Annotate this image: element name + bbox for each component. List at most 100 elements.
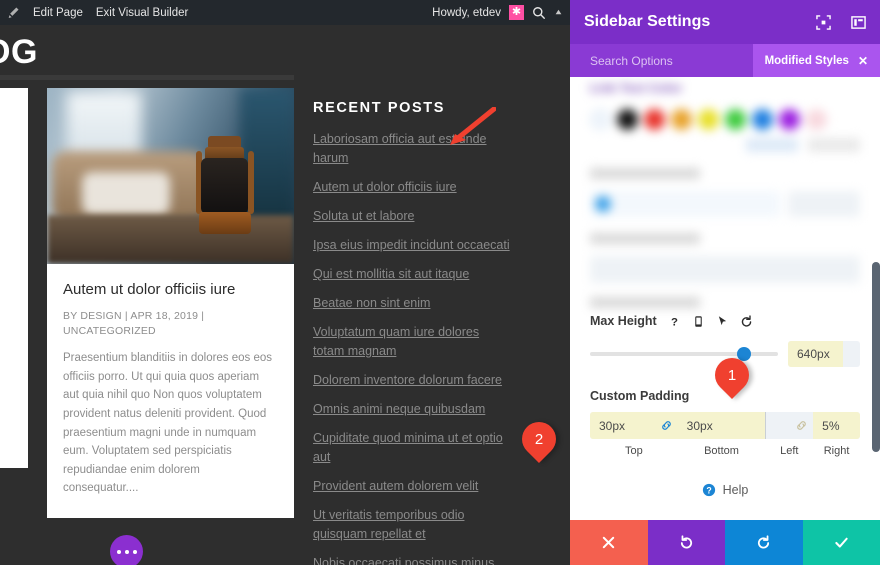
admin-bar-left: Edit Page Exit Visual Builder	[0, 6, 188, 19]
recent-post-link[interactable]: Dolorem inventore dolorum facere	[313, 371, 513, 390]
modified-styles-badge[interactable]: Modified Styles ✕	[752, 44, 880, 77]
blurred-buttons	[590, 138, 860, 152]
blog-post-card[interactable]: Autem ut dolor officiis iure BY DESIGN |…	[47, 88, 294, 518]
blurred-value-field[interactable]	[788, 191, 860, 217]
panel-title: Sidebar Settings	[584, 13, 711, 30]
search-options-input[interactable]: Search Options	[590, 54, 673, 68]
exit-visual-builder-link[interactable]: Exit Visual Builder	[96, 7, 188, 19]
lantern-photo	[47, 88, 294, 264]
blurred-button-b[interactable]	[808, 138, 860, 152]
callout-marker-2: 2	[514, 414, 568, 464]
redo-button[interactable]	[725, 520, 803, 565]
recent-post-link[interactable]: Ut veritatis temporibus odio quisquam re…	[313, 506, 513, 544]
recent-posts-list: Laboriosam officia aut est unde harum Aut…	[313, 130, 513, 565]
recent-post-link[interactable]: Provident autem dolorem velit	[313, 477, 513, 496]
blurred-group-title: Link Text Color	[590, 81, 683, 95]
admin-bar-right: Howdy, etdev ✱	[432, 5, 570, 20]
recent-post-link[interactable]: Autem ut dolor officiis iure	[313, 178, 513, 197]
search-icon[interactable]	[532, 6, 546, 20]
max-height-slider[interactable]	[590, 347, 778, 361]
responsive-device-icon[interactable]	[692, 315, 705, 328]
padding-bottom-field[interactable]: 30px	[677, 412, 766, 439]
swatch-blue[interactable]	[752, 109, 773, 130]
padding-right-label: Right	[823, 445, 850, 457]
custom-padding-fields: 30px 30px 5%	[590, 412, 860, 439]
help-icon[interactable]: ?	[668, 315, 681, 327]
cancel-button[interactable]	[570, 520, 648, 565]
blurred-label-a	[590, 168, 700, 179]
post-excerpt: Praesentium blanditiis in dolores eos eo…	[63, 352, 273, 495]
blurred-label-b	[590, 233, 700, 244]
recent-post-link[interactable]: Qui est mollitia sit aut itaque	[313, 265, 513, 284]
panel-scroll-area: Link Text Color Max Height ? 640px Custo…	[570, 77, 880, 520]
max-height-header: Max Height ?	[590, 314, 860, 328]
blurred-button-a[interactable]	[746, 138, 798, 152]
undo-button[interactable]	[647, 520, 725, 565]
page-title: OG	[0, 33, 38, 71]
swatch-pink[interactable]	[806, 109, 827, 130]
swatch-yellow[interactable]	[698, 109, 719, 130]
help-circle-icon: ?	[702, 483, 716, 497]
help-link[interactable]: ? Help	[570, 483, 880, 497]
blurred-color-field[interactable]	[590, 191, 780, 217]
swatch-green[interactable]	[725, 109, 746, 130]
recent-post-link[interactable]: Beatae non sint enim	[313, 294, 513, 313]
panel-search-row: Search Options Modified Styles ✕	[570, 44, 880, 77]
blurred-options-group: Link Text Color	[570, 77, 880, 308]
howdy-label[interactable]: Howdy, etdev	[432, 7, 501, 19]
swatch-orange[interactable]	[671, 109, 692, 130]
close-icon[interactable]: ✕	[858, 54, 868, 68]
scroll-up-arrow-icon[interactable]	[554, 8, 563, 17]
callout-2-number: 2	[534, 430, 544, 448]
recent-post-link[interactable]: Ipsa eius impedit incidunt occaecati	[313, 236, 513, 255]
link-icon[interactable]	[795, 419, 808, 432]
callout-marker-1: 1	[707, 350, 761, 400]
save-button[interactable]	[802, 520, 880, 565]
max-height-label: Max Height	[590, 314, 657, 328]
color-swatches	[590, 109, 860, 130]
link-icon[interactable]	[660, 419, 673, 432]
divi-module-settings-button[interactable]	[110, 535, 143, 565]
recent-posts-widget: RECENT POSTS Laboriosam officia aut est …	[313, 100, 513, 565]
panel-layout-icon[interactable]	[851, 15, 866, 30]
swatch-red[interactable]	[644, 109, 665, 130]
callout-1-number: 1	[727, 366, 737, 384]
padding-bottom-value: 30px	[686, 418, 713, 433]
padding-top-field[interactable]: 30px	[590, 412, 678, 439]
color-picker-swatch[interactable]	[590, 109, 611, 130]
panel-footer	[570, 520, 880, 565]
blurred-label-c	[590, 297, 700, 308]
max-height-value-text: 640px	[797, 347, 830, 361]
post-title[interactable]: Autem ut dolor officiis iure	[63, 280, 278, 300]
padding-top-label: Top	[624, 445, 643, 457]
swatch-black[interactable]	[617, 109, 638, 130]
title-divider	[0, 75, 294, 80]
padding-left-field[interactable]	[766, 412, 813, 439]
padding-right-field[interactable]: 5%	[813, 412, 860, 439]
blurred-select[interactable]	[590, 256, 860, 283]
svg-text:?: ?	[671, 316, 678, 327]
pencil-icon	[7, 6, 20, 19]
max-height-value[interactable]: 640px	[788, 341, 860, 367]
panel-scrollbar-thumb[interactable]	[872, 262, 880, 452]
recent-post-link[interactable]: Soluta ut et labore	[313, 207, 513, 226]
screenshot-root: Edit Page Exit Visual Builder Howdy, etd…	[0, 0, 880, 565]
padding-bottom-label: Bottom	[704, 445, 739, 457]
svg-text:?: ?	[706, 486, 711, 496]
recent-post-link[interactable]: Cupiditate quod minima ut et optio aut	[313, 429, 513, 467]
swatch-purple[interactable]	[779, 109, 800, 130]
recent-post-link[interactable]: Nobis occaecati possimus minus	[313, 554, 513, 565]
padding-right-value: 5%	[822, 418, 840, 433]
wp-admin-bar: Edit Page Exit Visual Builder Howdy, etd…	[0, 0, 570, 25]
panel-header-icons	[816, 14, 866, 30]
red-arrow-annotation	[450, 107, 496, 145]
expand-target-icon[interactable]	[816, 14, 831, 30]
adjacent-post-card: vel	[0, 88, 28, 468]
reset-icon[interactable]	[740, 314, 753, 328]
edit-page-link[interactable]: Edit Page	[33, 7, 83, 19]
recent-post-link[interactable]: Voluptatum quam iure dolores totam magna…	[313, 323, 513, 361]
recent-post-link[interactable]: Omnis animi neque quibusdam	[313, 400, 513, 419]
avatar[interactable]: ✱	[509, 5, 524, 20]
divi-settings-panel: Sidebar Settings Search Options Modified…	[570, 0, 880, 565]
hover-cursor-icon[interactable]	[716, 315, 729, 328]
